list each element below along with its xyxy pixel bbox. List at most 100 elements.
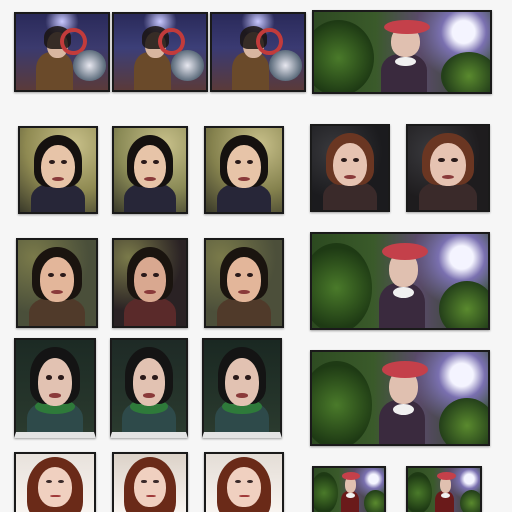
eye (245, 374, 252, 380)
figure-head (41, 144, 75, 189)
eye (438, 157, 445, 163)
figure-head (333, 142, 367, 187)
eye (340, 157, 347, 163)
eye (58, 374, 65, 380)
eye (140, 374, 147, 380)
eye (45, 479, 52, 483)
hat (382, 361, 429, 378)
photo-tile (406, 124, 490, 212)
figure-body (216, 183, 272, 212)
photo-scene (16, 14, 108, 90)
photo-scene (312, 234, 488, 328)
mouth (343, 174, 357, 179)
collar (392, 403, 415, 415)
photo-tile (204, 238, 284, 328)
figure-body (232, 52, 270, 90)
crowd (171, 50, 205, 81)
photo-scene (16, 454, 94, 512)
photo-tile (112, 126, 188, 214)
eye (152, 272, 159, 277)
figure-body (36, 52, 74, 90)
eye (141, 479, 148, 483)
figure-head (225, 358, 259, 407)
foliage (312, 361, 372, 444)
photo-tile (110, 338, 188, 438)
photo-tile (14, 12, 110, 92)
mouth (144, 176, 156, 181)
foliage (408, 472, 433, 512)
figure-body (134, 52, 172, 90)
figure-head (132, 358, 166, 407)
photo-tile (310, 124, 390, 212)
photo-scene (20, 128, 96, 212)
figure-head (227, 257, 261, 302)
figure-head (430, 142, 466, 187)
foliage (459, 490, 480, 512)
foliage (438, 398, 488, 444)
figure-body (124, 183, 176, 212)
photo-collage (0, 0, 512, 512)
photo-tile (310, 232, 490, 330)
photo-tile (16, 238, 98, 328)
figure-body (322, 181, 378, 210)
photo-scene (112, 340, 186, 432)
hat (384, 20, 431, 35)
photo-tile (112, 12, 208, 92)
photo-scene (206, 454, 282, 512)
figure-body (30, 183, 86, 212)
photo-scene (212, 14, 304, 90)
photo-tile (210, 12, 306, 92)
mouth (51, 176, 65, 181)
foliage (440, 52, 490, 92)
eye (234, 479, 241, 483)
photo-scene (408, 126, 488, 210)
figure-body (419, 181, 477, 210)
eye (141, 272, 148, 277)
foliage (364, 490, 384, 512)
mouth (441, 174, 455, 179)
foliage (314, 472, 338, 512)
mouth (48, 393, 62, 398)
crowd (269, 50, 303, 81)
photo-scene (206, 128, 282, 212)
photo-scene (114, 454, 186, 512)
photo-scene (206, 240, 282, 326)
eye (247, 479, 254, 483)
photo-tile (14, 452, 96, 512)
figure-head (227, 144, 261, 189)
eye (247, 272, 254, 277)
eye (232, 374, 239, 380)
photo-scene (408, 468, 480, 512)
photo-scene (314, 12, 490, 92)
photo-scene (114, 128, 186, 212)
eye (152, 479, 159, 483)
figure-head (37, 358, 73, 407)
photo-scene (16, 340, 94, 432)
eye (48, 159, 55, 165)
photo-scene (312, 352, 488, 444)
figure-head (39, 257, 75, 302)
eye (451, 157, 458, 163)
eye (47, 272, 54, 277)
eye (45, 374, 52, 380)
collar (346, 492, 355, 498)
mouth (237, 176, 251, 181)
photo-tile (406, 466, 482, 512)
foliage (312, 243, 372, 328)
photo-scene (204, 340, 280, 432)
eye (234, 159, 241, 165)
photo-tile (204, 452, 284, 512)
figure-head (134, 144, 166, 189)
collar (392, 286, 415, 298)
photo-tile (310, 350, 490, 446)
hat (382, 243, 429, 261)
mouth (235, 393, 249, 398)
photo-scene (114, 14, 206, 90)
crowd (73, 50, 107, 81)
foliage (314, 20, 374, 92)
figure-head (227, 466, 261, 508)
photo-tile (204, 126, 284, 214)
eye (234, 272, 241, 277)
eye (151, 374, 158, 380)
figure-head (37, 466, 73, 508)
